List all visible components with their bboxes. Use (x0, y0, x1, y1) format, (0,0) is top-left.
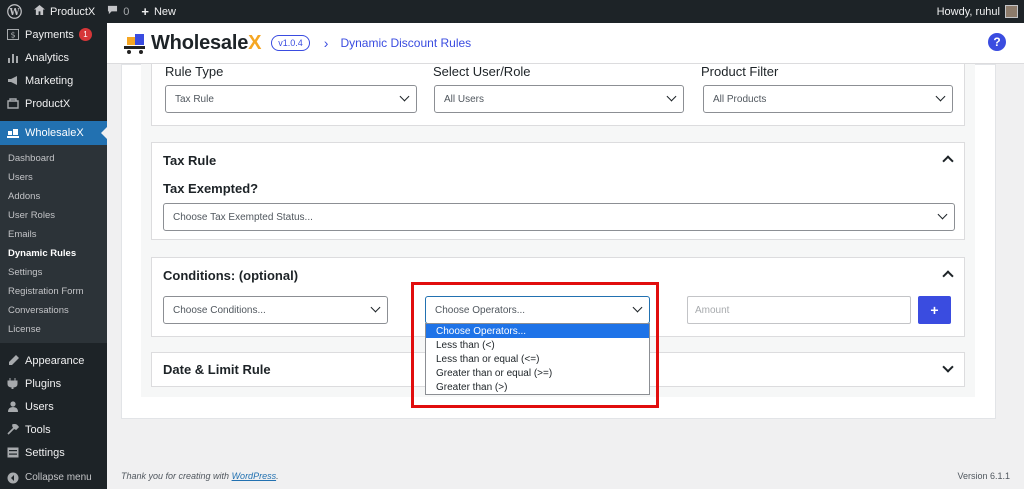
collapse-menu-button[interactable]: Collapse menu (0, 466, 107, 489)
sidebar-item-plugins[interactable]: Plugins (0, 372, 107, 395)
sidebar-item-users[interactable]: Users (0, 395, 107, 418)
wholesalex-icon (6, 127, 19, 140)
user-role-select[interactable]: All Users (434, 85, 684, 113)
version-badge: v1.0.4 (271, 35, 310, 51)
collapse-icon (6, 471, 19, 484)
sidebar-item-label: WholesaleX (25, 127, 84, 139)
my-account[interactable]: Howdy, ruhul (931, 0, 1024, 23)
submenu-item-registration-form[interactable]: Registration Form (0, 282, 107, 301)
chevron-right-icon: › (323, 35, 329, 51)
sidebar-item-productx[interactable]: ProductX (0, 92, 107, 115)
rule-type-select[interactable]: Tax Rule (165, 85, 417, 113)
new-content-link[interactable]: + New (135, 0, 182, 23)
tax-exempted-label: Tax Exempted? (163, 181, 259, 196)
sidebar-item-appearance[interactable]: Appearance (0, 349, 107, 372)
brand-name: WholesaleX (151, 31, 262, 54)
footer-thanks: Thank you for creating with WordPress. (121, 471, 279, 481)
product-filter-label: Product Filter (701, 64, 779, 79)
sidebar-item-label: Settings (25, 446, 65, 459)
sidebar-item-label: Users (25, 400, 54, 413)
productx-icon (6, 97, 19, 110)
analytics-icon (6, 51, 19, 64)
submenu-item-conversations[interactable]: Conversations (0, 301, 107, 320)
sidebar-item-label: Analytics (25, 51, 70, 64)
users-icon (6, 400, 19, 413)
plugins-icon (6, 377, 19, 390)
product-filter-select[interactable]: All Products (703, 85, 953, 113)
footer-version: Version 6.1.1 (957, 471, 1010, 481)
tools-icon (6, 423, 19, 436)
sidebar-item-payments[interactable]: $ Payments 1 (0, 23, 107, 46)
sidebar-item-label: Marketing (25, 74, 74, 87)
plus-icon: + (141, 4, 149, 19)
chevron-down-icon (935, 91, 946, 102)
home-icon (34, 5, 45, 18)
sidebar-item-label: Plugins (25, 377, 62, 390)
help-icon[interactable]: ? (988, 33, 1006, 51)
tax-rule-title: Tax Rule (163, 153, 217, 168)
sidebar-item-label: Tools (25, 423, 51, 436)
wordpress-logo-icon[interactable]: W (0, 0, 28, 23)
tax-exempted-select[interactable]: Choose Tax Exempted Status... (163, 203, 955, 231)
admin-bar: W ProductX 0 + New Howdy, ruhul (0, 0, 1024, 23)
submenu-item-emails[interactable]: Emails (0, 225, 107, 244)
submenu-item-users[interactable]: Users (0, 168, 107, 187)
wholesalex-submenu: Dashboard Users Addons User Roles Emails… (0, 145, 107, 343)
submenu-item-settings[interactable]: Settings (0, 263, 107, 282)
submenu-item-dashboard[interactable]: Dashboard (0, 149, 107, 168)
date-limit-title: Date & Limit Rule (163, 362, 271, 377)
sidebar-item-tools[interactable]: Tools (0, 418, 107, 441)
submenu-item-user-roles[interactable]: User Roles (0, 206, 107, 225)
wordpress-link[interactable]: WordPress (232, 471, 277, 481)
breadcrumb[interactable]: Dynamic Discount Rules (340, 36, 471, 50)
notification-badge: 1 (78, 28, 92, 41)
comment-icon (107, 5, 118, 18)
collapse-label: Collapse menu (25, 472, 92, 483)
settings-icon (6, 446, 19, 459)
svg-text:$: $ (10, 31, 15, 40)
marketing-icon (6, 74, 19, 87)
sidebar-item-settings[interactable]: Settings (0, 441, 107, 464)
conditions-title: Conditions: (optional) (163, 268, 299, 283)
sidebar-item-label: Appearance (25, 354, 85, 367)
submenu-item-license[interactable]: License (0, 320, 107, 339)
appearance-icon (6, 354, 19, 367)
comments-link[interactable]: 0 (101, 0, 135, 23)
chevron-down-icon (937, 209, 948, 220)
admin-sidebar: $ Payments 1 Analytics Marketing Product… (0, 23, 107, 489)
submenu-item-dynamic-rules[interactable]: Dynamic Rules (0, 244, 107, 263)
add-condition-button[interactable]: + (918, 296, 951, 324)
user-role-label: Select User/Role (433, 64, 531, 79)
sidebar-item-label: Payments (25, 28, 74, 41)
amount-input[interactable]: Amount (687, 296, 911, 324)
sidebar-item-wholesalex[interactable]: WholesaleX (0, 121, 107, 145)
chevron-down-icon (399, 91, 410, 102)
sidebar-item-label: ProductX (25, 97, 71, 110)
conditions-select[interactable]: Choose Conditions... (163, 296, 388, 324)
cart-logo-icon (121, 31, 147, 55)
highlight-box (411, 282, 659, 408)
wholesalex-logo[interactable]: WholesaleX (121, 31, 261, 55)
chevron-down-icon (370, 302, 381, 313)
comments-count: 0 (123, 5, 130, 18)
new-label: New (153, 5, 176, 18)
site-name: ProductX (50, 5, 96, 18)
site-name-link[interactable]: ProductX (28, 0, 101, 23)
howdy-text: Howdy, ruhul (936, 5, 1000, 18)
sidebar-item-marketing[interactable]: Marketing (0, 69, 107, 92)
rule-type-label: Rule Type (165, 64, 224, 79)
svg-text:W: W (8, 8, 20, 18)
chevron-down-icon (666, 91, 677, 102)
payments-icon: $ (6, 28, 19, 41)
avatar (1005, 5, 1018, 18)
sidebar-item-analytics[interactable]: Analytics (0, 46, 107, 69)
submenu-item-addons[interactable]: Addons (0, 187, 107, 206)
plugin-header: WholesaleX v1.0.4 › Dynamic Discount Rul… (107, 23, 1024, 64)
